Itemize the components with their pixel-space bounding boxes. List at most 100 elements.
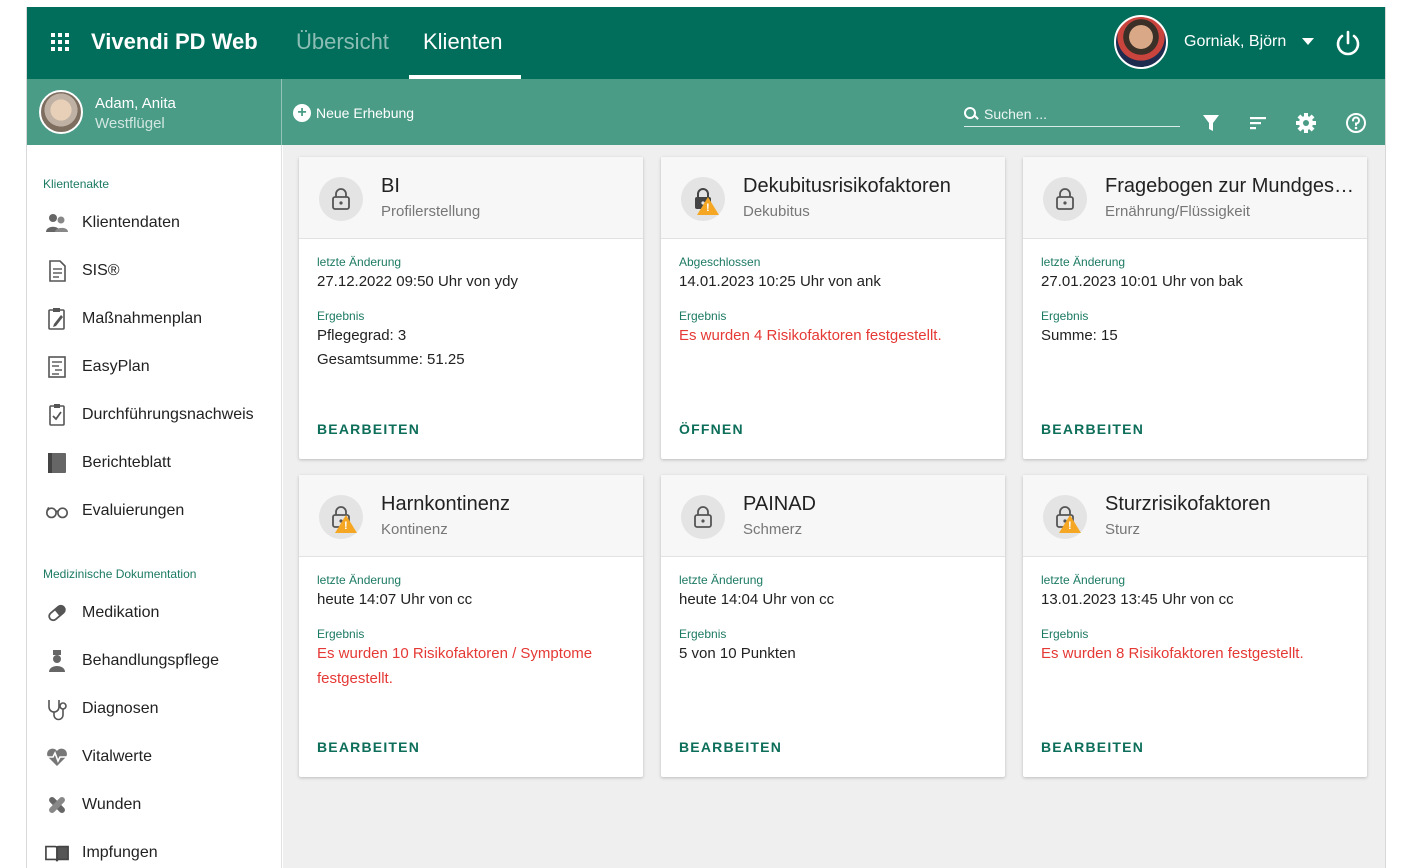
sidebar-item-durchfuehrungsnachweis[interactable]: Durchführungsnachweis (27, 395, 281, 435)
edit-document-icon (45, 307, 69, 331)
tab-uebersicht[interactable]: Übersicht (296, 29, 389, 55)
sidebar-item-label: Behandlungspflege (82, 652, 220, 669)
card-subtitle: Dekubitus (743, 203, 810, 220)
sidebar: Klientenakte Klientendaten SIS® Maßnahme… (27, 145, 282, 868)
document-icon (45, 259, 69, 283)
sidebar-item-medikation[interactable]: Medikation (27, 593, 281, 633)
date-value: 14.01.2023 10:25 Uhr von ank (679, 273, 881, 290)
heartbeat-icon (45, 745, 69, 769)
card-title: Fragebogen zur Mundgesundheit (1105, 175, 1355, 197)
client-ward: Westflügel (95, 115, 165, 132)
card-header[interactable]: Harnkontinenz Kontinenz (299, 475, 643, 557)
client-header[interactable]: Adam, Anita Westflügel (27, 79, 282, 145)
sidebar-item-easyplan[interactable]: EasyPlan (27, 347, 281, 387)
result-label: Ergebnis (679, 309, 727, 323)
sidebar-item-wunden[interactable]: Wunden (27, 785, 281, 825)
search-placeholder: Suchen ... (984, 105, 1048, 122)
sidebar-item-evaluierungen[interactable]: Evaluierungen (27, 491, 281, 531)
card-header[interactable]: PAINAD Schmerz (661, 475, 1005, 557)
glasses-icon (45, 499, 69, 523)
assessment-card-harnkontinenz: Harnkontinenz Kontinenz letzte Änderung … (299, 475, 643, 777)
assessment-card-sturzrisiko: Sturzrisikofaktoren Sturz letzte Änderun… (1023, 475, 1367, 777)
date-label: letzte Änderung (1041, 573, 1126, 587)
open-button[interactable]: ÖFFNEN (679, 421, 744, 437)
sidebar-item-berichteblatt[interactable]: Berichteblatt (27, 443, 281, 483)
power-icon[interactable] (1334, 29, 1362, 57)
help-icon[interactable] (1345, 112, 1367, 134)
notebook-icon (45, 451, 69, 475)
edit-button[interactable]: BEARBEITEN (679, 739, 782, 755)
result-line: Gesamtsumme: 51.25 (317, 351, 465, 368)
stethoscope-icon (45, 697, 69, 721)
caret-down-icon[interactable] (1302, 38, 1314, 45)
sidebar-item-label: EasyPlan (82, 358, 150, 375)
card-header[interactable]: BI Profilerstellung (299, 157, 643, 239)
card-title: Dekubitusrisikofaktoren (743, 175, 951, 197)
warning-icon (697, 197, 719, 215)
sidebar-item-diagnosen[interactable]: Diagnosen (27, 689, 281, 729)
new-survey-button[interactable]: + Neue Erhebung (293, 103, 414, 123)
lock-icon (1043, 177, 1087, 221)
sidebar-item-label: Impfungen (82, 844, 158, 861)
assessment-card-mundgesundheit: Fragebogen zur Mundgesundheit Ernährung/… (1023, 157, 1367, 459)
search-icon (964, 106, 978, 121)
new-survey-label: Neue Erhebung (316, 105, 415, 121)
sort-icon[interactable] (1247, 112, 1269, 134)
sidebar-item-sis[interactable]: SIS® (27, 251, 281, 291)
edit-button[interactable]: BEARBEITEN (1041, 421, 1144, 437)
sidebar-item-label: SIS® (82, 262, 120, 279)
card-header[interactable]: Fragebogen zur Mundgesundheit Ernährung/… (1023, 157, 1367, 239)
user-avatar[interactable] (1114, 15, 1168, 69)
result-label: Ergebnis (679, 627, 727, 641)
card-title: Harnkontinenz (381, 493, 510, 515)
sidebar-item-behandlungspflege[interactable]: Behandlungspflege (27, 641, 281, 681)
sidebar-item-klientendaten[interactable]: Klientendaten (27, 203, 281, 243)
card-header[interactable]: Dekubitusrisikofaktoren Dekubitus (661, 157, 1005, 239)
assessment-card-painad: PAINAD Schmerz letzte Änderung heute 14:… (661, 475, 1005, 777)
edit-button[interactable]: BEARBEITEN (1041, 739, 1144, 755)
date-label: letzte Änderung (1041, 255, 1126, 269)
date-label: letzte Änderung (317, 573, 402, 587)
sidebar-item-label: Evaluierungen (82, 502, 185, 519)
sidebar-item-vitalwerte[interactable]: Vitalwerte (27, 737, 281, 777)
section-label-medizinische-dokumentation: Medizinische Dokumentation (43, 567, 197, 581)
pill-icon (45, 601, 69, 625)
top-bar: Vivendi PD Web Übersicht Klienten Gornia… (27, 7, 1385, 79)
date-value: 27.01.2023 10:01 Uhr von bak (1041, 273, 1243, 290)
sidebar-item-label: Maßnahmenplan (82, 310, 203, 327)
sub-bar: Adam, Anita Westflügel + Neue Erhebung S… (27, 79, 1385, 145)
sidebar-item-massnahmenplan[interactable]: Maßnahmenplan (27, 299, 281, 339)
edit-button[interactable]: BEARBEITEN (317, 739, 420, 755)
tab-klienten[interactable]: Klienten (423, 29, 503, 55)
bandage-icon (45, 793, 69, 817)
card-title: PAINAD (743, 493, 816, 515)
card-title: BI (381, 175, 400, 197)
sidebar-item-label: Durchführungsnachweis (82, 406, 254, 423)
app-title: Vivendi PD Web (91, 29, 258, 54)
result-line: Es wurden 4 Risikofaktoren festgestellt. (679, 327, 942, 344)
result-label: Ergebnis (1041, 309, 1089, 323)
result-line: Pflegegrad: 3 (317, 327, 407, 344)
result-line: Es wurden 10 Risikofaktoren / Symptome f… (317, 645, 593, 687)
result-label: Ergebnis (317, 309, 365, 323)
date-value: 27.12.2022 09:50 Uhr von ydy (317, 273, 518, 290)
user-name[interactable]: Gorniak, Björn (1184, 33, 1286, 51)
date-value: heute 14:04 Uhr von cc (679, 591, 835, 608)
card-header[interactable]: Sturzrisikofaktoren Sturz (1023, 475, 1367, 557)
gear-icon[interactable] (1295, 112, 1317, 134)
clipboard-check-icon (45, 403, 69, 427)
apps-grid-icon[interactable] (51, 33, 69, 51)
sidebar-item-label: Diagnosen (82, 700, 159, 717)
assessment-card-bi: BI Profilerstellung letzte Änderung 27.1… (299, 157, 643, 459)
search-input[interactable]: Suchen ... (964, 101, 1180, 127)
section-label-klientenakte: Klientenakte (43, 177, 110, 191)
edit-button[interactable]: BEARBEITEN (317, 421, 420, 437)
filter-icon[interactable] (1200, 112, 1222, 134)
sidebar-item-label: Vitalwerte (82, 748, 152, 765)
card-subtitle: Kontinenz (381, 521, 448, 538)
result-label: Ergebnis (317, 627, 365, 641)
date-label: letzte Änderung (317, 255, 402, 269)
sidebar-item-impfungen[interactable]: Impfungen (27, 833, 281, 868)
plus-circle-icon: + (293, 104, 311, 122)
book-icon (45, 841, 69, 865)
